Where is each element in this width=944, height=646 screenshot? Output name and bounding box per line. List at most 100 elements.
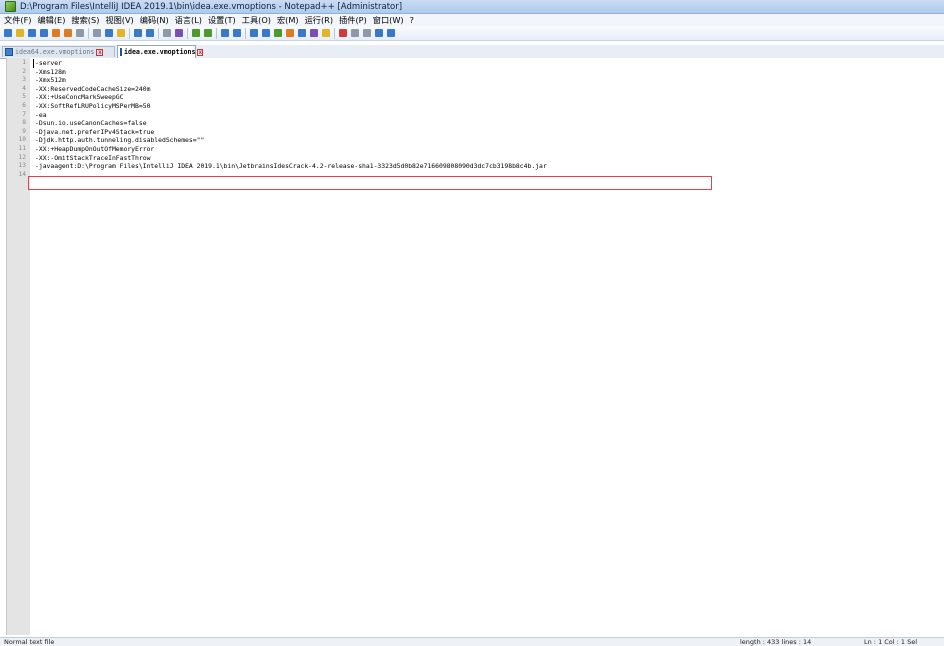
line-text[interactable]: -Dsun.io.useCanonCaches=false <box>35 119 147 128</box>
editor-line[interactable]: 12 -XX:-OmitStackTraceInFastThrow <box>7 154 944 163</box>
line-text[interactable]: -Xms128m <box>35 68 66 77</box>
line-text[interactable]: -Djdk.http.auth.tunneling.disabledScheme… <box>35 136 204 145</box>
editor-line[interactable]: 4 -XX:ReservedCodeCacheSize=240m <box>7 85 944 94</box>
toolbar-separator <box>187 27 188 39</box>
zoom-in-icon[interactable] <box>191 28 201 38</box>
close-icon[interactable] <box>51 28 61 38</box>
editor-line[interactable]: 10 -Djdk.http.auth.tunneling.disabledSche… <box>7 136 944 145</box>
notepad-plus-plus-icon <box>5 1 16 12</box>
menu-run[interactable]: 运行(R) <box>305 14 333 26</box>
save-icon[interactable] <box>27 28 37 38</box>
zoom-out-icon[interactable] <box>203 28 213 38</box>
stop-record-icon[interactable] <box>350 28 360 38</box>
cut-icon[interactable] <box>92 28 102 38</box>
line-text[interactable]: -server <box>33 59 62 68</box>
line-text[interactable]: -Xmx512m <box>35 76 66 85</box>
editor-line[interactable]: 8 -Dsun.io.useCanonCaches=false <box>7 119 944 128</box>
folder-workspace-icon[interactable] <box>321 28 331 38</box>
doc-map-icon[interactable] <box>297 28 307 38</box>
open-file-icon[interactable] <box>15 28 25 38</box>
find-icon[interactable] <box>162 28 172 38</box>
line-number: 2 <box>22 67 26 75</box>
editor-line[interactable]: 7 -ea <box>7 111 944 120</box>
window-title: D:\Program Files\IntelliJ IDEA 2019.1\bi… <box>20 1 403 12</box>
editor-line[interactable]: 11 -XX:+HeapDumpOnOutOfMemoryError <box>7 145 944 154</box>
show-all-icon[interactable] <box>261 28 271 38</box>
editor-line[interactable]: 9 -Djava.net.preferIPv4Stack=true <box>7 128 944 137</box>
text-editor[interactable]: 1 -server 2 -Xms128m 3 -Xmx512m 4 -XX:Reserv… <box>6 58 944 635</box>
menu-bar: 文件(F) 编辑(E) 搜索(S) 视图(V) 编码(N) 语言(L) 设置(T… <box>0 14 944 26</box>
toolbar-separator <box>158 27 159 39</box>
sync-h-icon[interactable] <box>232 28 242 38</box>
record-macro-icon[interactable] <box>338 28 348 38</box>
tab-label: idea.exe.vmoptions <box>124 48 196 56</box>
new-file-icon[interactable] <box>3 28 13 38</box>
editor-line[interactable]: 3 -Xmx512m <box>7 76 944 85</box>
menu-encoding[interactable]: 编码(N) <box>140 14 169 26</box>
menu-edit[interactable]: 编辑(E) <box>37 14 65 26</box>
word-wrap-icon[interactable] <box>249 28 259 38</box>
tab-idea64-vmoptions[interactable]: idea64.exe.vmoptions x <box>2 46 115 57</box>
line-text[interactable]: -XX:+UseConcMarkSweepGC <box>35 93 124 102</box>
menu-view[interactable]: 视图(V) <box>105 14 133 26</box>
line-text[interactable]: -XX:SoftRefLRUPolicyMSPerMB=50 <box>35 102 150 111</box>
title-bar: D:\Program Files\IntelliJ IDEA 2019.1\bi… <box>0 0 944 14</box>
menu-language[interactable]: 语言(L) <box>175 14 202 26</box>
save-macro-icon[interactable] <box>386 28 396 38</box>
toolbar-separator <box>334 27 335 39</box>
tab-label: idea64.exe.vmoptions <box>15 48 95 56</box>
toolbar-separator <box>216 27 217 39</box>
line-text[interactable]: -javaagent:D:\Program Files\IntelliJ IDE… <box>35 162 547 171</box>
line-number: 6 <box>22 101 26 109</box>
line-text[interactable]: -XX:-OmitStackTraceInFastThrow <box>35 154 150 163</box>
line-text[interactable]: -XX:ReservedCodeCacheSize=240m <box>35 85 150 94</box>
menu-plugins[interactable]: 插件(P) <box>339 14 367 26</box>
line-text[interactable]: -XX:+HeapDumpOnOutOfMemoryError <box>35 145 154 154</box>
udl-icon[interactable] <box>285 28 295 38</box>
line-number: 5 <box>22 93 26 101</box>
saved-file-icon <box>5 48 13 56</box>
sync-v-icon[interactable] <box>220 28 230 38</box>
close-tab-icon[interactable]: x <box>197 48 204 56</box>
menu-help[interactable]: ? <box>410 15 414 25</box>
editor-line[interactable]: 13 -javaagent:D:\Program Files\IntelliJ I… <box>7 162 944 171</box>
print-icon[interactable] <box>75 28 85 38</box>
line-number: 12 <box>18 153 26 161</box>
editor-line[interactable]: 6 -XX:SoftRefLRUPolicyMSPerMB=50 <box>7 102 944 111</box>
undo-icon[interactable] <box>133 28 143 38</box>
redo-icon[interactable] <box>145 28 155 38</box>
line-number: 7 <box>22 110 26 118</box>
menu-window[interactable]: 窗口(W) <box>373 14 404 26</box>
line-number: 1 <box>22 59 26 66</box>
function-list-icon[interactable] <box>309 28 319 38</box>
editor-line[interactable]: 5 -XX:+UseConcMarkSweepGC <box>7 93 944 102</box>
play-macro-icon[interactable] <box>362 28 372 38</box>
indent-guide-icon[interactable] <box>273 28 283 38</box>
line-number: 10 <box>18 136 26 144</box>
menu-tools[interactable]: 工具(O) <box>242 14 271 26</box>
close-tab-icon[interactable]: x <box>96 48 104 56</box>
toolbar <box>0 26 944 41</box>
line-text[interactable]: -Djava.net.preferIPv4Stack=true <box>35 128 154 137</box>
line-number: 13 <box>18 162 26 170</box>
line-number: 11 <box>18 144 26 152</box>
line-number: 8 <box>22 119 26 127</box>
save-all-icon[interactable] <box>39 28 49 38</box>
copy-icon[interactable] <box>104 28 114 38</box>
menu-search[interactable]: 搜索(S) <box>71 14 99 26</box>
line-number: 4 <box>22 84 26 92</box>
editor-line[interactable]: 2 -Xms128m <box>7 68 944 77</box>
close-all-icon[interactable] <box>63 28 73 38</box>
tab-bar: idea64.exe.vmoptions x idea.exe.vmoption… <box>0 45 944 59</box>
run-macro-multiple-icon[interactable] <box>374 28 384 38</box>
toolbar-separator <box>88 27 89 39</box>
menu-macro[interactable]: 宏(M) <box>277 14 299 26</box>
menu-file[interactable]: 文件(F) <box>4 14 31 26</box>
line-number: 9 <box>22 127 26 135</box>
line-text[interactable]: -ea <box>35 111 47 120</box>
paste-icon[interactable] <box>116 28 126 38</box>
replace-icon[interactable] <box>174 28 184 38</box>
menu-settings[interactable]: 设置(T) <box>208 14 236 26</box>
tab-idea-vmoptions[interactable]: idea.exe.vmoptions x <box>117 45 204 58</box>
editor-line[interactable]: 1 -server <box>7 59 944 68</box>
